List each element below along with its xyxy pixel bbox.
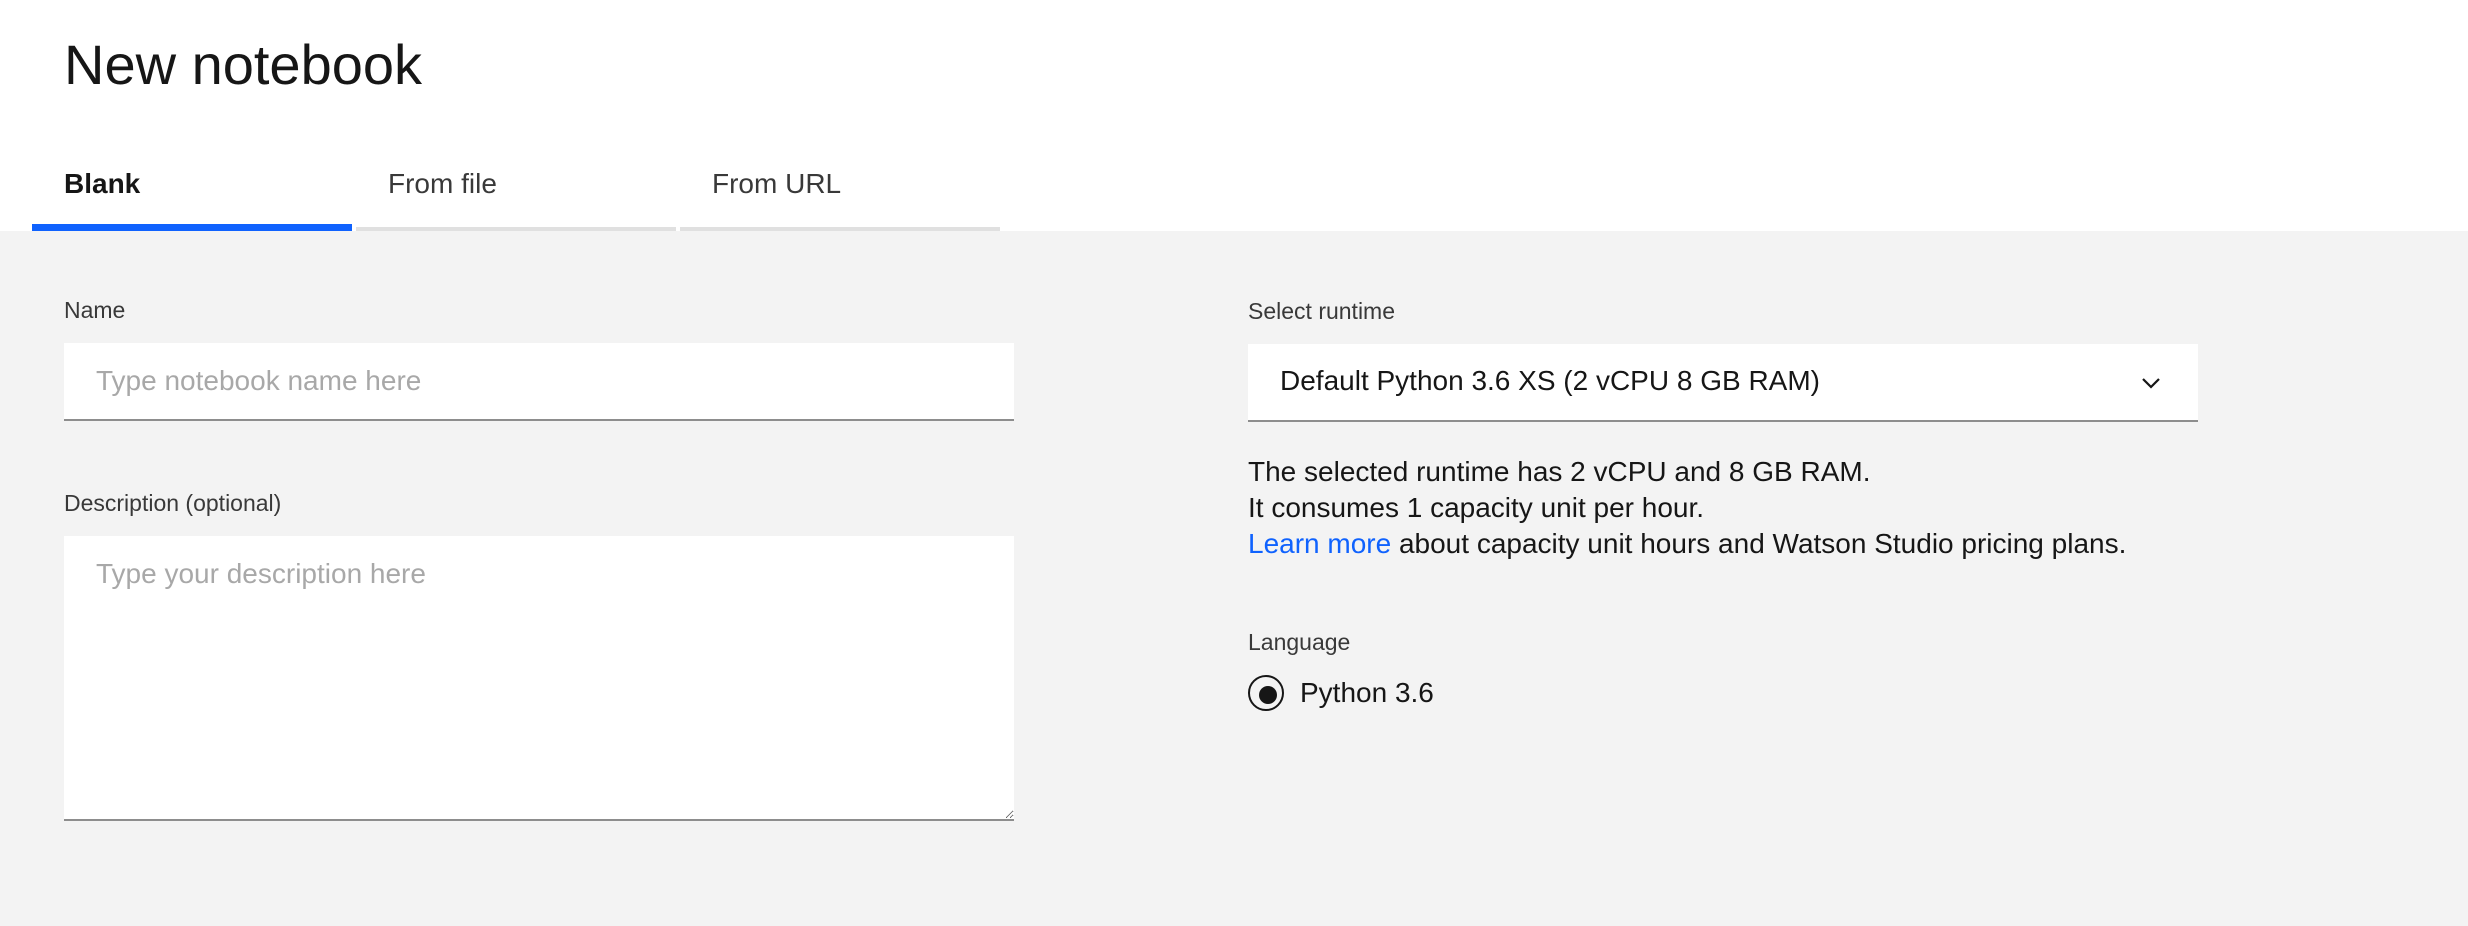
tab-label: From URL [712,168,842,199]
tab-label: From file [388,168,497,199]
chevron-down-icon [2142,378,2160,389]
language-label: Language [1248,629,1351,655]
tab-blank[interactable]: Blank [32,148,352,231]
tab-from-file[interactable]: From file [356,148,676,231]
select-runtime-label: Select runtime [1248,298,1396,324]
tab-label: Blank [64,168,141,199]
tab-underline [356,227,676,231]
name-label: Name [64,297,126,323]
tab-underline [680,227,1000,231]
radio-label: Python 3.6 [1300,677,1434,708]
description-label: Description (optional) [64,490,282,516]
pricing-text: about capacity unit hours and Watson Stu… [1391,528,2127,559]
runtime-info-pricing: Learn more about capacity unit hours and… [1248,526,2126,562]
tab-active-indicator [32,224,352,231]
runtime-info: The selected runtime has 2 vCPU and 8 GB… [1248,454,2126,562]
radio-button[interactable] [1248,675,1284,711]
description-textarea[interactable] [64,536,1014,821]
runtime-info-resources: The selected runtime has 2 vCPU and 8 GB… [1248,456,1871,487]
learn-more-link[interactable]: Learn more [1248,528,1391,559]
notebook-name-input[interactable] [64,343,1014,421]
runtime-selected-value: Default Python 3.6 XS (2 vCPU 8 GB RAM) [1280,365,1820,396]
runtime-info-capacity: It consumes 1 capacity unit per hour. [1248,492,1705,523]
page-header: New notebook Blank From file From URL [0,0,2468,231]
radio-selected-dot [1259,686,1277,704]
page-title: New notebook [64,33,423,96]
runtime-select[interactable]: Default Python 3.6 XS (2 vCPU 8 GB RAM) [1248,344,2198,422]
tab-from-url[interactable]: From URL [680,148,1000,231]
